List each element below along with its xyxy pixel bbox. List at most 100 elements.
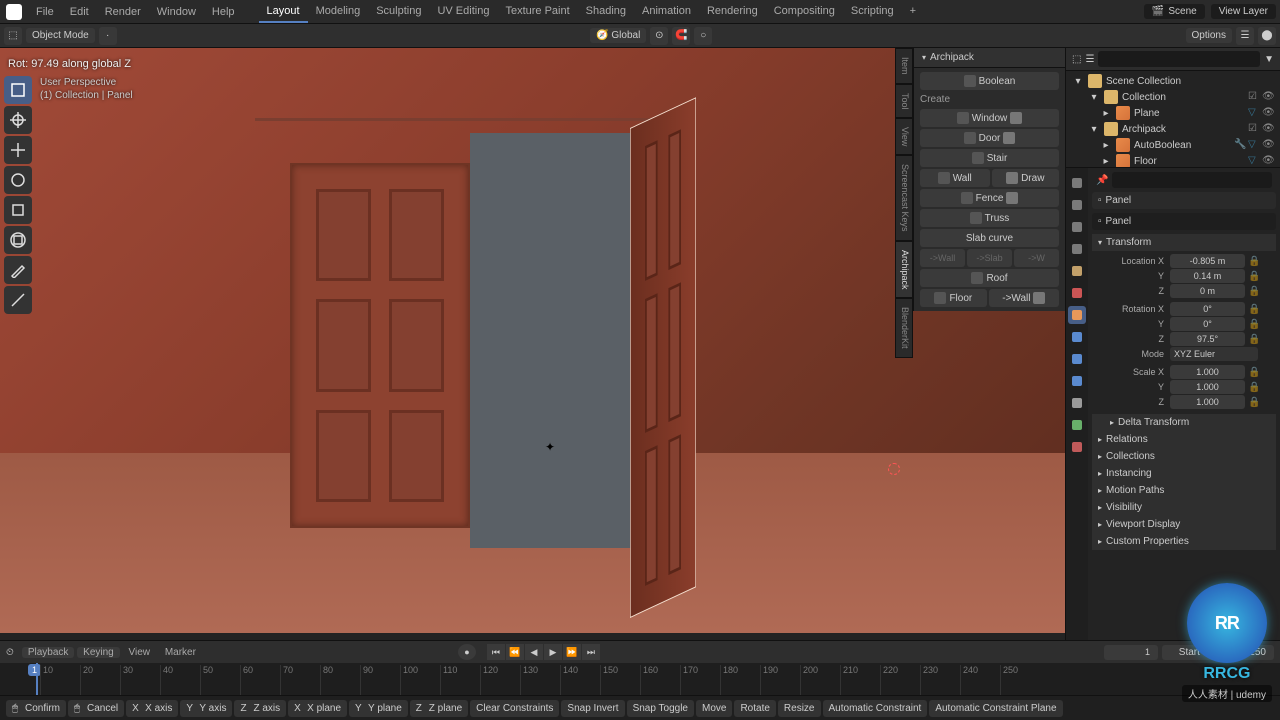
- outliner-collection[interactable]: ▾Collection☑👁: [1066, 89, 1280, 105]
- keyframe-dot[interactable]: [1262, 286, 1272, 296]
- outliner-archipack[interactable]: ▾Archipack☑👁: [1066, 121, 1280, 137]
- keyframe-next-btn[interactable]: ⏩: [563, 644, 581, 660]
- archipack-window-btn[interactable]: Window: [920, 109, 1059, 127]
- lock-icon[interactable]: 🔒: [1248, 304, 1258, 314]
- sec-custom[interactable]: Custom Properties: [1092, 533, 1276, 550]
- outliner-scene-collection[interactable]: ▾Scene Collection: [1066, 73, 1280, 89]
- sec-delta[interactable]: Delta Transform: [1092, 414, 1276, 431]
- eye-icon[interactable]: 👁: [1262, 123, 1274, 135]
- ptab-viewlayer[interactable]: [1068, 240, 1086, 258]
- keyframe-dot[interactable]: [1262, 349, 1272, 359]
- timeline-view[interactable]: View: [123, 647, 157, 658]
- menu-help[interactable]: Help: [204, 2, 243, 22]
- ptab-scene[interactable]: [1068, 262, 1086, 280]
- keyframe-dot[interactable]: [1262, 382, 1272, 392]
- auto-key-toggle[interactable]: ●: [458, 644, 476, 660]
- archipack-fence-btn[interactable]: Fence: [920, 189, 1059, 207]
- sec-collections[interactable]: Collections: [1092, 448, 1276, 465]
- menu-window[interactable]: Window: [149, 2, 204, 22]
- tab-uv[interactable]: UV Editing: [429, 1, 497, 23]
- archipack-tow-btn[interactable]: ->W: [1014, 249, 1059, 267]
- ptab-material[interactable]: [1068, 438, 1086, 456]
- keyframe-dot[interactable]: [1262, 334, 1272, 344]
- location-z-field[interactable]: 0 m: [1170, 284, 1245, 298]
- editor-dropdown[interactable]: ⬚: [4, 27, 22, 45]
- menu-edit[interactable]: Edit: [62, 2, 97, 22]
- orientation-global[interactable]: 🧭Global: [590, 28, 646, 43]
- archipack-door-btn[interactable]: Door: [920, 129, 1059, 147]
- lock-icon[interactable]: 🔒: [1248, 397, 1258, 407]
- scale-x-field[interactable]: 1.000: [1170, 365, 1245, 379]
- tool-measure[interactable]: [4, 286, 32, 314]
- archipack-roof-btn[interactable]: Roof: [920, 269, 1059, 287]
- outliner-autoboolean[interactable]: ▸AutoBoolean🔧▽👁: [1066, 137, 1280, 153]
- location-y-field[interactable]: 0.14 m: [1170, 269, 1245, 283]
- rotation-x-field[interactable]: 0°: [1170, 302, 1245, 316]
- tab-modeling[interactable]: Modeling: [308, 1, 369, 23]
- tool-annotate[interactable]: [4, 256, 32, 284]
- viewlayer-field[interactable]: View Layer: [1211, 4, 1276, 19]
- filter-icon[interactable]: ▼: [1264, 54, 1274, 65]
- menu-render[interactable]: Render: [97, 2, 149, 22]
- restrict-viewport-icon[interactable]: ☑: [1248, 123, 1260, 135]
- archipack-draw-btn[interactable]: Draw: [992, 169, 1060, 187]
- overlays-toggle[interactable]: ☰: [1236, 27, 1254, 45]
- play-btn[interactable]: ▶: [544, 644, 562, 660]
- vtab-tool[interactable]: Tool: [895, 84, 913, 119]
- options-dropdown[interactable]: Options: [1186, 28, 1232, 43]
- tool-select-box[interactable]: [4, 76, 32, 104]
- sec-instancing[interactable]: Instancing: [1092, 465, 1276, 482]
- lock-icon[interactable]: 🔒: [1248, 319, 1258, 329]
- archipack-floor-btn[interactable]: Floor: [920, 289, 987, 307]
- jump-end-btn[interactable]: ⏭: [582, 644, 600, 660]
- archipack-truss-btn[interactable]: Truss: [920, 209, 1059, 227]
- ptab-output[interactable]: [1068, 218, 1086, 236]
- lock-icon[interactable]: 🔒: [1248, 334, 1258, 344]
- props-breadcrumb[interactable]: ▫Panel: [1092, 192, 1276, 209]
- play-reverse-btn[interactable]: ◀: [525, 644, 543, 660]
- tab-animation[interactable]: Animation: [634, 1, 699, 23]
- mesh-data-icon[interactable]: ▽: [1248, 139, 1260, 151]
- props-name-field[interactable]: ▫Panel: [1092, 213, 1276, 230]
- vtab-blenderkit[interactable]: BlenderKit: [895, 298, 913, 358]
- current-frame-field[interactable]: 1: [1104, 645, 1158, 660]
- proportional-edit[interactable]: ○: [694, 27, 712, 45]
- tab-compositing[interactable]: Compositing: [766, 1, 843, 23]
- eye-icon[interactable]: 👁: [1262, 155, 1274, 167]
- outliner-plane[interactable]: ▸Plane▽👁: [1066, 105, 1280, 121]
- vtab-item[interactable]: Item: [895, 48, 913, 84]
- scale-y-field[interactable]: 1.000: [1170, 380, 1245, 394]
- vtab-screencast[interactable]: Screencast Keys: [895, 155, 913, 241]
- archipack-header[interactable]: Archipack: [914, 48, 1065, 68]
- tool-cursor[interactable]: [4, 106, 32, 134]
- lock-icon[interactable]: 🔒: [1248, 271, 1258, 281]
- archipack-slab-curve-btn[interactable]: Slab curve: [920, 229, 1059, 247]
- mesh-data-icon[interactable]: ▽: [1248, 107, 1260, 119]
- keyframe-dot[interactable]: [1262, 271, 1272, 281]
- tool-scale[interactable]: [4, 196, 32, 224]
- tab-rendering[interactable]: Rendering: [699, 1, 766, 23]
- tool-transform[interactable]: [4, 226, 32, 254]
- snap-toggle[interactable]: 🧲: [672, 27, 690, 45]
- keyframe-dot[interactable]: [1262, 319, 1272, 329]
- ptab-world[interactable]: [1068, 284, 1086, 302]
- archipack-boolean-btn[interactable]: Boolean: [920, 72, 1059, 90]
- lock-icon[interactable]: 🔒: [1248, 256, 1258, 266]
- ptab-tool[interactable]: [1068, 174, 1086, 192]
- ptab-physics[interactable]: [1068, 372, 1086, 390]
- lock-icon[interactable]: 🔒: [1248, 367, 1258, 377]
- tool-rotate[interactable]: [4, 166, 32, 194]
- outliner-floor[interactable]: ▸Floor▽👁: [1066, 153, 1280, 168]
- keyframe-dot[interactable]: [1262, 256, 1272, 266]
- scene-field[interactable]: 🎬Scene: [1144, 4, 1205, 19]
- sec-relations[interactable]: Relations: [1092, 431, 1276, 448]
- keyframe-prev-btn[interactable]: ⏪: [506, 644, 524, 660]
- eye-icon[interactable]: 👁: [1262, 139, 1274, 151]
- modifier-icon[interactable]: 🔧: [1234, 139, 1246, 151]
- tab-texpaint[interactable]: Texture Paint: [497, 1, 577, 23]
- location-x-field[interactable]: -0.805 m: [1170, 254, 1245, 268]
- timeline-ruler[interactable]: 1 10203040506070809010011012013014015016…: [0, 663, 1280, 696]
- properties-search[interactable]: [1112, 172, 1272, 188]
- ptab-constraints[interactable]: [1068, 394, 1086, 412]
- jump-start-btn[interactable]: ⏮: [487, 644, 505, 660]
